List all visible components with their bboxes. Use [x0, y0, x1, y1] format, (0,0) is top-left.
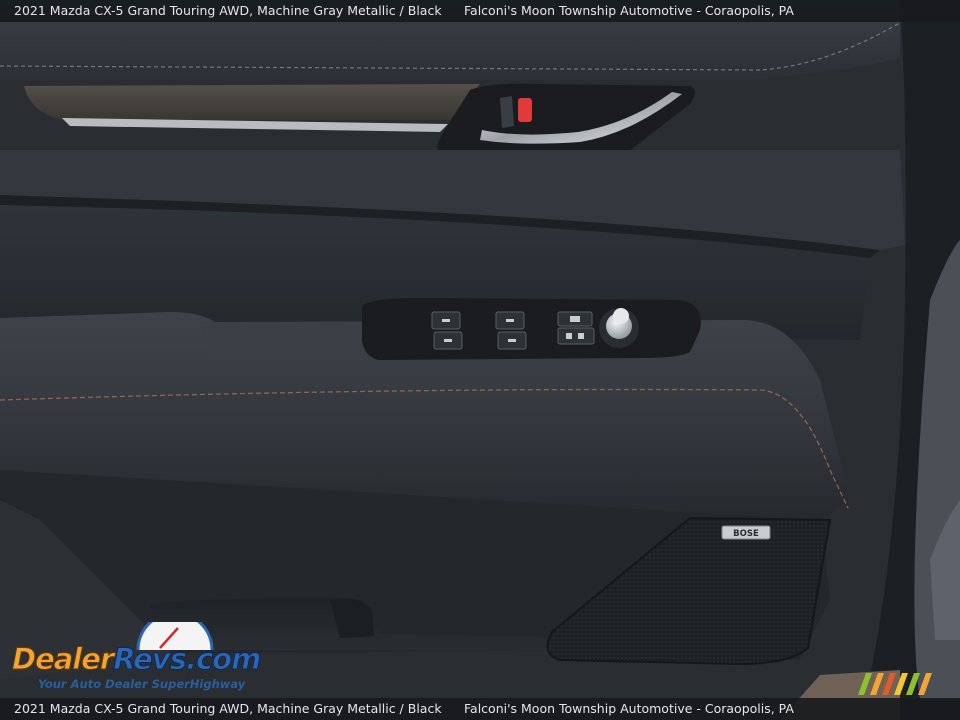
- caption-title-bottom: 2021 Mazda CX-5 Grand Touring AWD, Machi…: [14, 701, 442, 716]
- mirror-adjust-knob[interactable]: [599, 308, 639, 348]
- door-lock-switch[interactable]: [557, 327, 595, 345]
- caption-bar-top: 2021 Mazda CX-5 Grand Touring AWD, Machi…: [0, 0, 960, 22]
- ambient-light-red: [518, 98, 532, 122]
- watermark-brand-part2: Revs: [113, 642, 188, 677]
- door-panel-photo: BOSE: [0, 0, 960, 720]
- switch-panel: [362, 298, 701, 360]
- caption-dealer-bottom: Falconi's Moon Township Automotive - Cor…: [464, 701, 794, 716]
- watermark-brand: DealerRevs.com: [11, 642, 261, 677]
- caption-dealer: Falconi's Moon Township Automotive - Cor…: [464, 3, 794, 18]
- dealerrevs-watermark: DealerRevs.com Your Auto Dealer SuperHig…: [10, 622, 270, 696]
- lock-lever: [500, 96, 514, 128]
- caption-title: 2021 Mazda CX-5 Grand Touring AWD, Machi…: [14, 3, 442, 18]
- armrest-front-pad: [200, 322, 370, 360]
- watermark-brand-part3: .com: [185, 642, 261, 677]
- color-stripes-icon: [858, 673, 932, 695]
- window-lock-switch[interactable]: [557, 311, 593, 327]
- watermark-tagline: Your Auto Dealer SuperHighway: [38, 677, 246, 691]
- photo-stage: BOSE 2021 Mazda CX-5 Grand Touring AWD, …: [0, 0, 960, 720]
- bose-badge-text: BOSE: [733, 529, 759, 539]
- watermark-brand-part1: Dealer: [11, 642, 114, 677]
- wood-trim-strip: [24, 84, 480, 120]
- caption-bar-bottom: 2021 Mazda CX-5 Grand Touring AWD, Machi…: [0, 698, 960, 720]
